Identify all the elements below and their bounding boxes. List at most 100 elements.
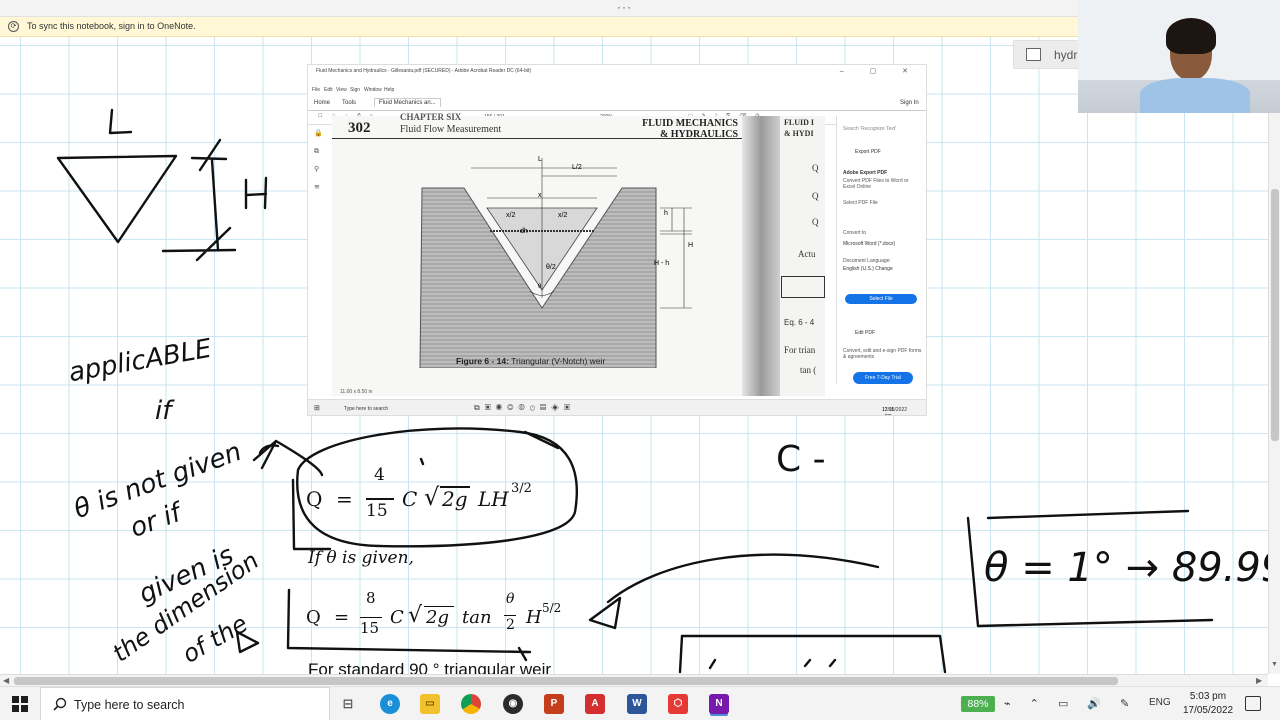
formula2-eq: = <box>334 607 350 628</box>
vertical-scrollbar[interactable]: ▲ ▼ <box>1268 37 1280 674</box>
formula2-c: C <box>390 607 404 628</box>
diagram-label-h: h <box>664 210 668 217</box>
sync-message[interactable]: To sync this notebook, sign in to OneNot… <box>27 21 196 31</box>
scroll-right-icon[interactable]: ▶ <box>1256 676 1262 685</box>
pane-format[interactable]: Microsoft Word (*.docx) <box>843 241 895 247</box>
theta-range-note: θ = 1° → 89.99° <box>984 545 1268 591</box>
pane-select-file-button[interactable]: Select File <box>845 294 917 304</box>
right-box <box>781 276 825 298</box>
formula1-c: C <box>402 487 418 511</box>
horizontal-scroll-thumb[interactable] <box>14 677 1118 685</box>
webcam-overlay <box>1078 0 1280 113</box>
page-icon <box>1026 48 1041 61</box>
right-q3: Q <box>812 217 819 227</box>
diagram-label-x: x <box>538 192 542 199</box>
right-q1: Q <box>812 163 819 173</box>
pdf-titlebar: Fluid Mechanics and Hydraulics - Gillesa… <box>308 65 926 85</box>
task-view-icon[interactable]: ⊟ <box>338 694 358 714</box>
figure-caption-rest: Triangular (V-Notch) weir <box>508 356 606 366</box>
pane-search[interactable]: Search 'Recognize Text' <box>843 126 896 132</box>
onenote-icon[interactable]: N <box>709 694 729 714</box>
pasted-pdf-screenshot[interactable]: Fluid Mechanics and Hydraulics - Gillesa… <box>307 64 927 416</box>
search-icon <box>53 697 67 711</box>
formula2-sqrt: 2g <box>426 607 449 628</box>
taskbar-search-box[interactable]: Type here to search <box>40 687 330 720</box>
pdf-window-title: Fluid Mechanics and Hydraulics - Gillesa… <box>316 68 532 74</box>
formula1-num: 4 <box>374 465 385 485</box>
pane-edit-desc: Convert, edit and e-sign PDF forms & agr… <box>843 348 922 360</box>
diagram-label-L-half: L/2 <box>572 164 582 171</box>
diagram-label-theta-half: θ/2 <box>546 264 556 271</box>
pdf-tabs: Home Tools Fluid Mechanics an... Sign In <box>308 97 926 111</box>
partial-text-bottom: For standard 90 ° triangular weir <box>308 660 552 674</box>
powerpoint-icon[interactable]: P <box>544 694 564 714</box>
pane-export-desc: Convert PDF Files to Word or Excel Onlin… <box>843 178 909 190</box>
pane-convert-to: Convert to <box>843 230 867 236</box>
file-explorer-icon[interactable]: ▭ <box>420 694 440 714</box>
pdf-status-size: 11.00 x 8.50 in <box>340 389 373 395</box>
notification-icon[interactable] <box>1245 696 1261 711</box>
scroll-down-icon[interactable]: ▼ <box>1271 661 1278 668</box>
pane-edit-pdf[interactable]: Edit PDF <box>855 330 875 336</box>
diagram-label-x-half-right: x/2 <box>558 212 568 219</box>
if-theta-given: If θ is given, <box>308 548 414 568</box>
onenote-window: ··· ⟳ To sync this notebook, sign in to … <box>0 0 1280 720</box>
pdf-chapter-label: CHAPTER SIX <box>400 112 462 122</box>
pdf-page-left: 302 CHAPTER SIX Fluid Flow Measurement F… <box>332 112 742 396</box>
formula2-q: Q <box>306 607 321 628</box>
pdf-menu-help: Help <box>384 87 395 93</box>
chrome-icon[interactable] <box>461 694 481 714</box>
applicable-note: applicABLE if θ is not given or if given… <box>60 332 300 672</box>
formula1-rest: LH <box>478 487 509 511</box>
pdf-menu-sign: Sign <box>350 87 361 93</box>
acrobat-reader-icon[interactable]: ⬡ <box>668 694 688 714</box>
pdf-inner-date: 17/05/2022 <box>882 407 908 413</box>
language-indicator[interactable]: ENG <box>1149 697 1171 708</box>
diagram-label-theta: θ <box>538 284 542 290</box>
formula-weir-lh: Q = 4 15 C √ 2g LH 3/2 <box>306 465 566 537</box>
formula2-exp: 5/2 <box>542 601 562 615</box>
pane-free-trial-button[interactable]: Free 7-Day Trial <box>853 372 913 384</box>
diagram-label-x-half-left: x/2 <box>506 212 516 219</box>
pdf-inner-start-icon: ⊞ <box>314 405 320 412</box>
taskbar-clock[interactable]: 5:03 pm 17/05/2022 <box>1172 690 1244 718</box>
windows-taskbar: Type here to search ⊟ e ▭ ◉ P A W ⬡ N 88… <box>0 686 1280 720</box>
pdf-tab-home: Home <box>314 100 331 106</box>
formula1-den: 15 <box>366 501 388 521</box>
pdf-menu-edit: Edit <box>324 87 333 93</box>
pane-select-pdf: Select PDF File <box>843 200 878 206</box>
acrobat-icon[interactable]: A <box>585 694 605 714</box>
formula2-tnum: θ <box>506 591 515 607</box>
edge-icon[interactable]: e <box>380 694 400 714</box>
diagram-label-H: H <box>688 242 694 249</box>
page-tab-button[interactable]: hydra <box>1013 40 1084 69</box>
diagram-label-H-minus-h: H - h <box>654 260 670 267</box>
battery-indicator[interactable]: 88% <box>961 696 995 712</box>
formula1-eq: = <box>336 487 353 511</box>
pdf-page-gutter <box>742 116 780 396</box>
formula2-sqrt-sign: √ <box>408 603 423 628</box>
pdf-left-rail: 🔒 ⧉ ⚲ ≋ <box>314 130 323 191</box>
vertical-scroll-thumb[interactable] <box>1271 189 1279 441</box>
more-options-icon[interactable]: ··· <box>617 0 632 14</box>
presenter-shirt <box>1140 78 1250 113</box>
obs-icon[interactable]: ◉ <box>503 694 523 714</box>
windows-start-icon[interactable] <box>12 696 28 712</box>
pane-export-pdf[interactable]: Export PDF <box>855 149 881 155</box>
pane-doc-language: Document Language: <box>843 258 891 264</box>
pdf-header-right: FLUID MECHANICS & HYDRAULICS <box>642 118 738 140</box>
pdf-window-controls-icon: – ▢ ✕ <box>839 68 920 75</box>
formula2-tan: tan <box>462 607 492 628</box>
pdf-tools-pane: Search 'Recognize Text' Export PDF Adobe… <box>836 116 926 384</box>
scroll-left-icon[interactable]: ◀ <box>3 676 9 685</box>
tray-icons[interactable]: ⌁ ⌃ ▭ 🔊 ✎ <box>1004 697 1137 710</box>
horizontal-scrollbar[interactable]: ◀ ▶ <box>0 674 1268 686</box>
right-header-1: FLUID I <box>784 118 815 127</box>
right-q2: Q <box>812 191 819 201</box>
right-for-triangular: For trian <box>784 345 816 355</box>
pdf-menubar: File Edit View Sign Window Help <box>308 85 926 97</box>
pdf-page-right: FLUID I & HYDI Q Q Q Actu Eq. 6 - 4 For … <box>780 116 825 396</box>
presenter-hair <box>1166 18 1216 54</box>
word-icon[interactable]: W <box>627 694 647 714</box>
c-note: C - <box>776 439 826 480</box>
